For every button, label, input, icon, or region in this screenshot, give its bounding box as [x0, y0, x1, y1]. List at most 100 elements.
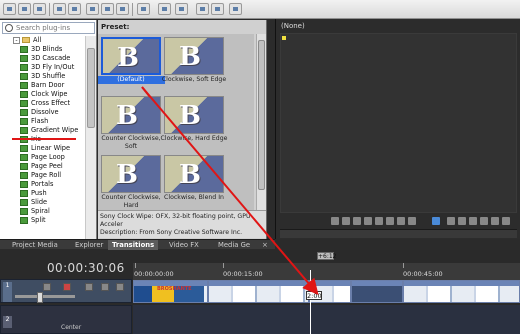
plugin-item-page-peel[interactable]: Page Peel: [20, 162, 63, 171]
plugin-item-3d-fly-in-out[interactable]: 3D Fly In/Out: [20, 63, 74, 72]
open-icon[interactable]: [18, 3, 31, 15]
paste-icon[interactable]: [116, 3, 129, 15]
playhead-cursor[interactable]: [310, 270, 311, 334]
plugin-item-label: 3D Fly In/Out: [31, 63, 75, 71]
tab-media-generators[interactable]: Media Ge: [214, 240, 254, 250]
plugin-item-3d-shuffle[interactable]: 3D Shuffle: [20, 72, 65, 81]
lock-icon[interactable]: [175, 3, 188, 15]
plugin-item-push[interactable]: Push: [20, 189, 47, 198]
solo-icon[interactable]: [116, 283, 124, 291]
settings-icon[interactable]: [502, 217, 510, 225]
plugin-item-gradient-wipe[interactable]: Gradient Wipe: [20, 126, 78, 135]
plugin-list-scrollbar[interactable]: [85, 36, 96, 239]
preview-device-icon[interactable]: [432, 217, 440, 225]
preview-canvas: [280, 33, 517, 213]
thumbnail-glyph: B: [116, 101, 138, 131]
transition-plugin-icon: [20, 189, 28, 197]
plugin-item-page-loop[interactable]: Page Loop: [20, 153, 65, 162]
plugin-item-3d-blinds[interactable]: 3D Blinds: [20, 45, 62, 54]
tab-video-fx[interactable]: Video FX: [165, 240, 203, 250]
save-icon[interactable]: [33, 3, 46, 15]
thumbnail-glyph: B: [179, 160, 201, 190]
go-end-icon[interactable]: [408, 217, 416, 225]
mute-icon[interactable]: [101, 283, 109, 291]
preset-tile[interactable]: B Clockwise, Soft Edge: [162, 37, 226, 93]
go-start-icon[interactable]: [397, 217, 405, 225]
video-track[interactable]: BROSHANTE: [133, 280, 520, 303]
scrollbar-thumb[interactable]: [258, 40, 265, 190]
preset-scrollbar[interactable]: [256, 34, 266, 210]
collapse-icon[interactable]: -: [13, 36, 20, 44]
preview-source-label: (None): [281, 22, 305, 30]
video-clip[interactable]: [208, 280, 309, 303]
audio-track[interactable]: [133, 305, 520, 334]
level-slider[interactable]: [15, 292, 75, 303]
preset-tile[interactable]: B Counter Clockwise, Soft: [101, 96, 161, 152]
video-clip[interactable]: [403, 280, 520, 303]
preview-quality-icon[interactable]: [447, 217, 455, 225]
plugin-item-split[interactable]: Split: [20, 216, 46, 225]
window-docking-tabs: Project Media Explorer Transitions Video…: [0, 239, 275, 250]
snapshot-icon[interactable]: [469, 217, 477, 225]
plugin-item-label: Page Loop: [31, 153, 65, 161]
pause-icon[interactable]: [353, 217, 361, 225]
copy-icon[interactable]: [101, 3, 114, 15]
redo-icon[interactable]: [68, 3, 81, 15]
plugin-item-linear-wipe[interactable]: Linear Wipe: [20, 144, 70, 153]
plugin-item-label: Split: [31, 216, 46, 224]
plugin-item-all[interactable]: - All: [13, 36, 41, 45]
overlay-icon[interactable]: [458, 217, 466, 225]
save-snapshot-icon[interactable]: [480, 217, 488, 225]
track-motion-icon[interactable]: [43, 283, 51, 291]
clip-header: [352, 281, 402, 286]
plugin-item-label: Flash: [31, 117, 49, 125]
plugin-item-label: Clock Wipe: [31, 90, 68, 98]
plugin-item-label: Push: [31, 189, 47, 197]
stop-icon[interactable]: [364, 217, 372, 225]
envelope-icon[interactable]: [211, 3, 224, 15]
plugin-item-3d-cascade[interactable]: 3D Cascade: [20, 54, 70, 63]
plugin-item-portals[interactable]: Portals: [20, 180, 53, 189]
main-toolbar: [0, 0, 520, 19]
tab-project-media[interactable]: Project Media: [8, 240, 62, 250]
snap-icon[interactable]: [158, 3, 171, 15]
undo-icon[interactable]: [53, 3, 66, 15]
scrollbar-thumb[interactable]: [87, 48, 95, 128]
plugin-item-cross-effect[interactable]: Cross Effect: [20, 99, 70, 108]
tab-transitions[interactable]: Transitions: [108, 240, 159, 250]
preset-tile[interactable]: B (Default): [98, 37, 165, 93]
preset-tile[interactable]: B Clockwise, Blend In: [164, 155, 224, 210]
play-icon[interactable]: [342, 217, 350, 225]
tab-explorer[interactable]: Explorer: [71, 240, 107, 250]
track-number: 1: [3, 282, 12, 302]
plugin-item-barn-door[interactable]: Barn Door: [20, 81, 64, 90]
preset-tile[interactable]: B Clockwise, Hard Edge: [161, 96, 227, 152]
plugin-item-spiral[interactable]: Spiral: [20, 207, 50, 216]
ripple-icon[interactable]: [137, 3, 150, 15]
plugin-item-flash[interactable]: Flash: [20, 117, 48, 126]
plugin-item-dissolve[interactable]: Dissolve: [20, 108, 59, 117]
cut-icon[interactable]: [86, 3, 99, 15]
fx-icon[interactable]: [229, 3, 242, 15]
compositing-mode-icon[interactable]: [85, 283, 93, 291]
plugin-item-page-roll[interactable]: Page Roll: [20, 171, 61, 180]
video-clip[interactable]: BROSHANTE: [133, 280, 208, 303]
plugin-item-slide[interactable]: Slide: [20, 198, 47, 207]
timeline-ruler[interactable]: 00:00:00:00 00:00:15:00 00:00:45:00: [133, 263, 520, 280]
region-marker[interactable]: +6:12: [317, 252, 337, 260]
plugin-item-clock-wipe[interactable]: Clock Wipe: [20, 90, 67, 99]
next-frame-icon[interactable]: [386, 217, 394, 225]
close-icon[interactable]: ×: [262, 241, 268, 249]
prev-frame-icon[interactable]: [375, 217, 383, 225]
new-icon[interactable]: [3, 3, 16, 15]
plugin-search-input[interactable]: [16, 23, 94, 33]
selection-icon[interactable]: [196, 3, 209, 15]
split-screen-icon[interactable]: [491, 217, 499, 225]
preset-tile[interactable]: B Counter Clockwise, Hard: [101, 155, 161, 210]
plugin-search-box[interactable]: [2, 22, 95, 34]
track-fx-icon[interactable]: [63, 283, 71, 291]
video-clip[interactable]: [351, 280, 403, 303]
transition-plugin-icon: [20, 144, 28, 152]
preset-thumbnail: B: [101, 155, 161, 193]
loop-icon[interactable]: [331, 217, 339, 225]
